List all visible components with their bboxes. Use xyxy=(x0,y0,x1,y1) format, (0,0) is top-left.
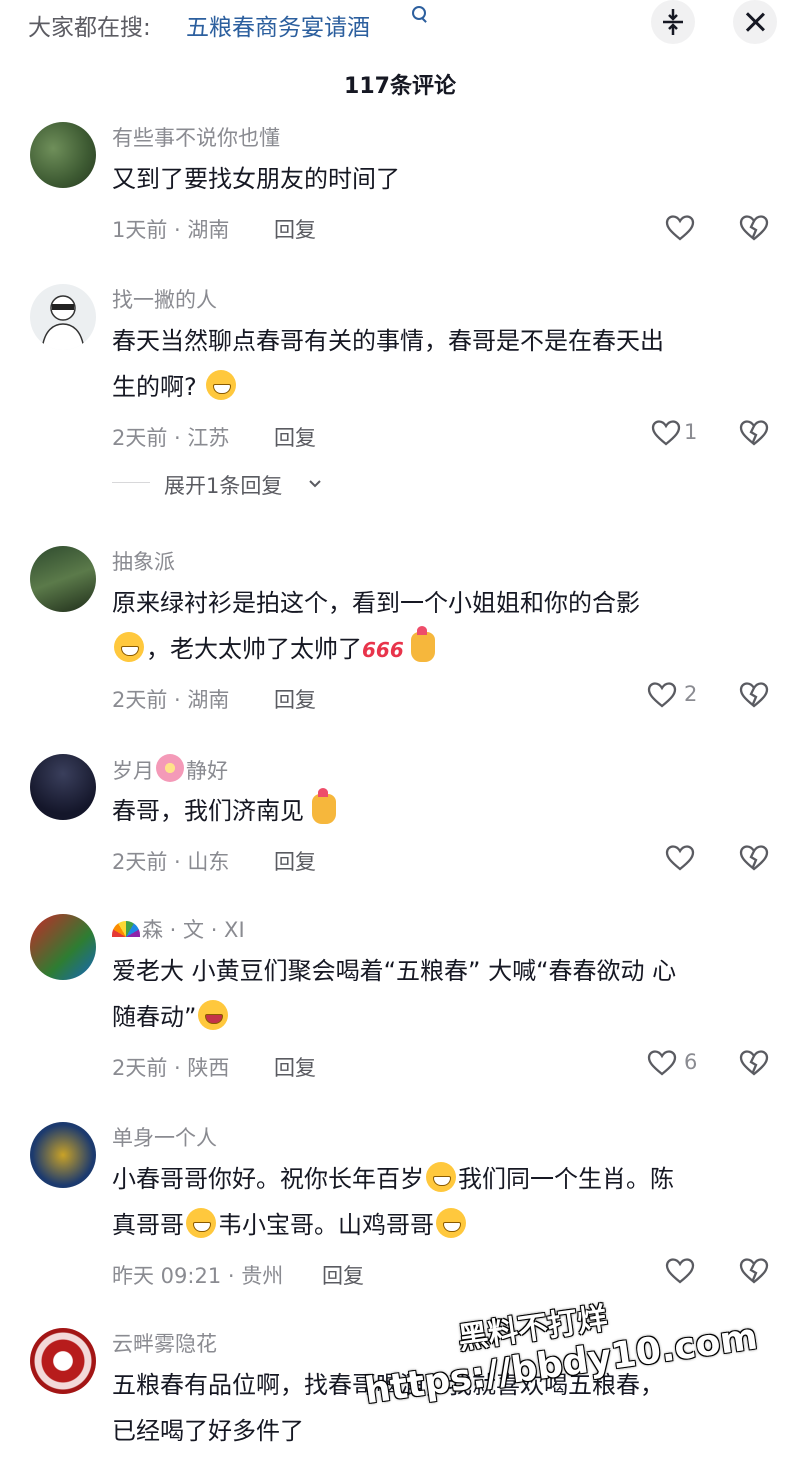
comment-meta: 2天前 · 江苏 xyxy=(112,426,230,450)
comment-text: 小春哥哥你好。祝你长年百岁 我们同一个生肖。陈 真哥哥 韦小宝哥。山鸡哥哥 xyxy=(112,1156,772,1248)
reply-button[interactable]: 回复 xyxy=(274,422,316,452)
like-heart-icon[interactable] xyxy=(650,417,682,449)
reply-button[interactable]: 回复 xyxy=(274,684,316,714)
comment-count: 117条评论 xyxy=(344,74,456,99)
expand-divider xyxy=(112,482,150,483)
comment-text-line: 又到了要找女朋友的时间了 xyxy=(112,165,400,193)
comment-meta: 2天前 · 山东 xyxy=(112,850,230,874)
like-count: 1 xyxy=(684,420,698,444)
collapse-icon xyxy=(663,9,683,35)
username-part: 岁月 xyxy=(112,759,154,783)
chevron-down-icon xyxy=(309,480,321,488)
comment-meta: 昨天 09:21 · 贵州 xyxy=(112,1264,284,1288)
comment-username[interactable]: 森 · 文 · XI xyxy=(112,914,245,944)
dislike-broken-heart-icon[interactable] xyxy=(738,679,770,711)
like-heart-icon[interactable] xyxy=(664,212,696,244)
rainbow-emoji-icon xyxy=(112,921,140,937)
collapse-button[interactable] xyxy=(651,0,695,44)
dislike-broken-heart-icon[interactable] xyxy=(738,212,770,244)
comment-text-line: 随春动” xyxy=(112,1003,197,1031)
like-heart-icon[interactable] xyxy=(664,842,696,874)
dislike-broken-heart-icon[interactable] xyxy=(738,417,770,449)
avatar[interactable] xyxy=(30,914,96,980)
sweat-grin-emoji-icon xyxy=(436,1208,466,1238)
comment-text: 原来绿衬衫是拍这个，看到一个小姐姐和你的合影 ，老大太帅了太帅了666 xyxy=(112,580,772,673)
like-heart-icon[interactable] xyxy=(646,1047,678,1079)
search-suggestion-link[interactable]: 五粮春商务宴请酒 xyxy=(186,8,370,42)
dislike-broken-heart-icon[interactable] xyxy=(738,1047,770,1079)
comment-text-part: 我们同一个生肖。陈 xyxy=(458,1165,674,1193)
comment-text-line: 原来绿衬衫是拍这个，看到一个小姐姐和你的合影 xyxy=(112,589,640,617)
like-count: 2 xyxy=(684,682,698,706)
comment-meta: 1天前 · 湖南 xyxy=(112,218,230,242)
heart-hand-emoji-icon xyxy=(311,788,336,824)
avatar[interactable] xyxy=(30,284,96,350)
search-icon xyxy=(412,6,426,20)
username-part: 静好 xyxy=(186,759,228,783)
avatar[interactable] xyxy=(30,122,96,188)
reply-button[interactable]: 回复 xyxy=(322,1260,364,1290)
avatar[interactable] xyxy=(30,546,96,612)
reply-button[interactable]: 回复 xyxy=(274,214,316,244)
search-suggestion-prefix: 大家都在搜: xyxy=(28,15,151,41)
reply-button[interactable]: 回复 xyxy=(274,846,316,876)
expand-replies-label[interactable]: 展开1条回复 xyxy=(164,470,282,500)
grin-emoji-icon xyxy=(206,370,237,400)
comment-username[interactable]: 有些事不说你也懂 xyxy=(112,122,280,152)
comment-text-part: 真哥哥 xyxy=(112,1211,184,1239)
avatar[interactable] xyxy=(30,754,96,820)
sticker-666: 666 xyxy=(362,638,404,662)
expand-replies[interactable]: 展开1条回复 xyxy=(0,470,800,500)
comment-text: 春哥，我们济南见 xyxy=(112,788,772,834)
comment-text-line: 已经喝了好多件了 xyxy=(112,1417,304,1445)
comment-text: 爱老大 小黄豆们聚会喝着“五粮春” 大喊“春春欲动 心 随春动” xyxy=(112,948,772,1040)
comment-username[interactable]: 找一撇的人 xyxy=(112,284,217,314)
comment-username[interactable]: 抽象派 xyxy=(112,546,175,576)
comment-text-part: 小春哥哥你好。祝你长年百岁 xyxy=(112,1165,424,1193)
comment-username[interactable]: 单身一个人 xyxy=(112,1122,217,1152)
avatar[interactable] xyxy=(30,1122,96,1188)
reply-button[interactable]: 回复 xyxy=(274,1052,316,1082)
comment-meta: 2天前 · 湖南 xyxy=(112,688,230,712)
username-text: 森 · 文 · XI xyxy=(142,918,245,942)
flower-emoji-icon xyxy=(156,754,184,782)
comment-text: 又到了要找女朋友的时间了 xyxy=(112,156,772,202)
comment-text-line: 春天当然聊点春哥有关的事情，春哥是不是在春天出 xyxy=(112,327,664,355)
sweat-grin-emoji-icon xyxy=(186,1208,216,1238)
close-button[interactable] xyxy=(733,0,777,44)
comment-text: 春天当然聊点春哥有关的事情，春哥是不是在春天出 生的啊? xyxy=(112,318,772,410)
dislike-broken-heart-icon[interactable] xyxy=(738,842,770,874)
like-heart-icon[interactable] xyxy=(646,679,678,711)
comment-text-line: 春哥，我们济南见 xyxy=(112,797,304,825)
avatar[interactable] xyxy=(30,1328,96,1394)
top-bar: 大家都在搜: 五粮春商务宴请酒 xyxy=(0,0,800,48)
grin-emoji-icon xyxy=(114,632,144,662)
avatar-illustration xyxy=(41,295,85,350)
comment-username[interactable]: 岁月 静好 xyxy=(112,754,228,785)
comment-text-line: 爱老大 小黄豆们聚会喝着“五粮春” 大喊“春春欲动 心 xyxy=(112,957,677,985)
heart-hand-emoji-icon xyxy=(411,626,436,662)
like-count: 6 xyxy=(684,1050,698,1074)
comment-text-line: ，老大太帅了太帅了 xyxy=(146,635,362,663)
comment-text-part: 韦小宝哥。山鸡哥哥 xyxy=(218,1211,434,1239)
comment-text-line: 生的啊? xyxy=(112,373,197,401)
comment-username[interactable]: 云畔雾隐花 xyxy=(112,1328,217,1358)
sweat-grin-emoji-icon xyxy=(426,1162,456,1192)
heart-eyes-emoji-icon xyxy=(198,1000,229,1030)
comment-meta: 2天前 · 陕西 xyxy=(112,1056,230,1080)
